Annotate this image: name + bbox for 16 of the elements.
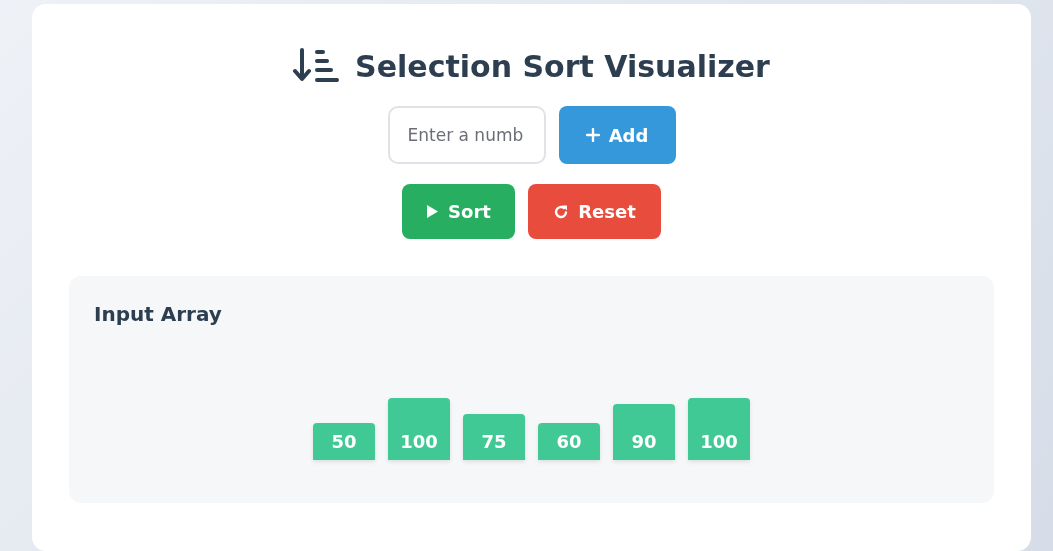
array-bar: 75 (463, 413, 525, 460)
sort-button[interactable]: Sort (402, 184, 515, 239)
play-icon (426, 204, 440, 219)
panel-title: Input Array (94, 302, 223, 326)
array-bar: 50 (313, 423, 375, 460)
page-title: Selection Sort Visualizer (355, 48, 770, 84)
array-bar: 60 (538, 422, 600, 460)
number-input-field[interactable]: Enter a numb (387, 106, 546, 164)
array-bar: 100 (688, 398, 750, 460)
plus-icon (585, 128, 600, 142)
array-bar: 90 (613, 404, 675, 460)
redo-icon (553, 203, 570, 220)
add-button[interactable]: Add (558, 106, 676, 164)
sort-descending-icon (293, 48, 340, 84)
reset-button[interactable]: Reset (528, 184, 661, 239)
array-bar: 100 (388, 398, 450, 460)
